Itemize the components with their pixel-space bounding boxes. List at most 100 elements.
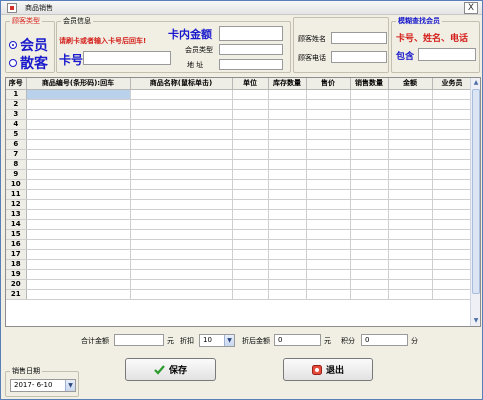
- grid-cell[interactable]: [306, 189, 351, 200]
- grid-cell[interactable]: [26, 259, 131, 270]
- grid-cell[interactable]: [130, 119, 233, 130]
- grid-cell[interactable]: [26, 139, 131, 150]
- chevron-down-icon[interactable]: ▼: [224, 335, 234, 346]
- grid-cell[interactable]: [26, 229, 131, 240]
- table-row[interactable]: 3: [6, 109, 473, 120]
- grid-cell[interactable]: [232, 279, 269, 290]
- grid-cell[interactable]: [350, 229, 389, 240]
- grid-cell[interactable]: [26, 279, 131, 290]
- grid-cell[interactable]: [432, 109, 473, 120]
- grid-column-header[interactable]: 单位: [232, 78, 269, 90]
- grid-cell[interactable]: [130, 219, 233, 230]
- grid-cell[interactable]: [350, 209, 389, 220]
- grid-cell[interactable]: [306, 159, 351, 170]
- grid-cell[interactable]: [130, 259, 233, 270]
- grid-cell[interactable]: [350, 249, 389, 260]
- table-row[interactable]: 15: [6, 229, 473, 240]
- table-row[interactable]: 1: [6, 89, 473, 100]
- grid-cell[interactable]: [26, 199, 131, 210]
- table-row[interactable]: 19: [6, 269, 473, 280]
- grid-cell[interactable]: [26, 209, 131, 220]
- grid-cell[interactable]: [388, 199, 433, 210]
- grid-cell[interactable]: [268, 279, 307, 290]
- grid-column-header[interactable]: 销售数量: [350, 78, 389, 90]
- grid-cell[interactable]: [306, 199, 351, 210]
- grid-cell[interactable]: [388, 239, 433, 250]
- grid-cell[interactable]: [432, 199, 473, 210]
- grid-cell[interactable]: [432, 169, 473, 180]
- table-row[interactable]: 18: [6, 259, 473, 270]
- grid-cell[interactable]: [268, 149, 307, 160]
- grid-cell[interactable]: [350, 189, 389, 200]
- grid-cell[interactable]: [130, 129, 233, 140]
- grid-cell[interactable]: [306, 269, 351, 280]
- after-discount-input[interactable]: 0: [274, 334, 321, 346]
- grid-cell[interactable]: [350, 179, 389, 190]
- calendar-dropdown-icon[interactable]: ▼: [65, 380, 75, 391]
- save-button[interactable]: 保存: [125, 358, 216, 381]
- grid-cell[interactable]: [432, 89, 473, 100]
- grid-cell[interactable]: [26, 189, 131, 200]
- grid-cell[interactable]: [232, 199, 269, 210]
- grid-cell[interactable]: [306, 139, 351, 150]
- grid-cell[interactable]: [432, 219, 473, 230]
- grid-cell[interactable]: [388, 179, 433, 190]
- grid-cell[interactable]: [130, 169, 233, 180]
- grid-cell[interactable]: [232, 219, 269, 230]
- grid-column-header[interactable]: 序号: [6, 78, 27, 90]
- grid-cell[interactable]: [130, 209, 233, 220]
- grid-cell[interactable]: [26, 239, 131, 250]
- grid-cell[interactable]: [432, 129, 473, 140]
- grid-cell[interactable]: [26, 289, 131, 300]
- radio-dot-walkin[interactable]: [9, 59, 17, 67]
- grid-cell[interactable]: [268, 219, 307, 230]
- grid-cell[interactable]: [306, 99, 351, 110]
- card-no-input[interactable]: [83, 51, 171, 65]
- table-row[interactable]: 2: [6, 99, 473, 110]
- customer-phone-input[interactable]: [331, 51, 387, 63]
- grid-cell[interactable]: [268, 159, 307, 170]
- grid-cell[interactable]: [388, 139, 433, 150]
- grid-cell[interactable]: [388, 279, 433, 290]
- grid-cell[interactable]: [432, 259, 473, 270]
- grid-cell[interactable]: [388, 99, 433, 110]
- grid-cell[interactable]: [232, 239, 269, 250]
- grid-cell[interactable]: [388, 269, 433, 280]
- grid-cell[interactable]: [350, 139, 389, 150]
- grid-cell[interactable]: [268, 129, 307, 140]
- grid-cell[interactable]: [26, 249, 131, 260]
- grid-cell[interactable]: [432, 119, 473, 130]
- grid-cell[interactable]: [26, 99, 131, 110]
- grid-cell[interactable]: [232, 109, 269, 120]
- grid-cell[interactable]: [268, 179, 307, 190]
- grid-cell[interactable]: [388, 89, 433, 100]
- table-row[interactable]: 20: [6, 279, 473, 290]
- grid-cell[interactable]: [232, 139, 269, 150]
- grid-cell[interactable]: [388, 109, 433, 120]
- grid-cell[interactable]: [268, 239, 307, 250]
- grid-cell[interactable]: [432, 269, 473, 280]
- grid-cell[interactable]: [432, 149, 473, 160]
- grid-cell[interactable]: [232, 159, 269, 170]
- grid-cell[interactable]: [232, 99, 269, 110]
- table-row[interactable]: 5: [6, 129, 473, 140]
- scroll-up-icon[interactable]: ▲: [471, 78, 480, 88]
- table-row[interactable]: 6: [6, 139, 473, 150]
- grid-cell[interactable]: [130, 279, 233, 290]
- grid-cell[interactable]: [268, 139, 307, 150]
- grid-cell[interactable]: [306, 249, 351, 260]
- grid-column-header[interactable]: 金额: [388, 78, 433, 90]
- grid-cell[interactable]: [388, 159, 433, 170]
- table-row[interactable]: 16: [6, 239, 473, 250]
- grid-cell[interactable]: [268, 99, 307, 110]
- grid-cell[interactable]: [350, 119, 389, 130]
- grid-cell[interactable]: [306, 229, 351, 240]
- table-row[interactable]: 4: [6, 119, 473, 130]
- grid-cell[interactable]: [432, 159, 473, 170]
- grid-cell[interactable]: [268, 169, 307, 180]
- grid-cell[interactable]: [130, 269, 233, 280]
- grid-cell[interactable]: [432, 289, 473, 300]
- grid-cell[interactable]: [350, 159, 389, 170]
- grid-cell[interactable]: [388, 129, 433, 140]
- grid-cell[interactable]: [130, 139, 233, 150]
